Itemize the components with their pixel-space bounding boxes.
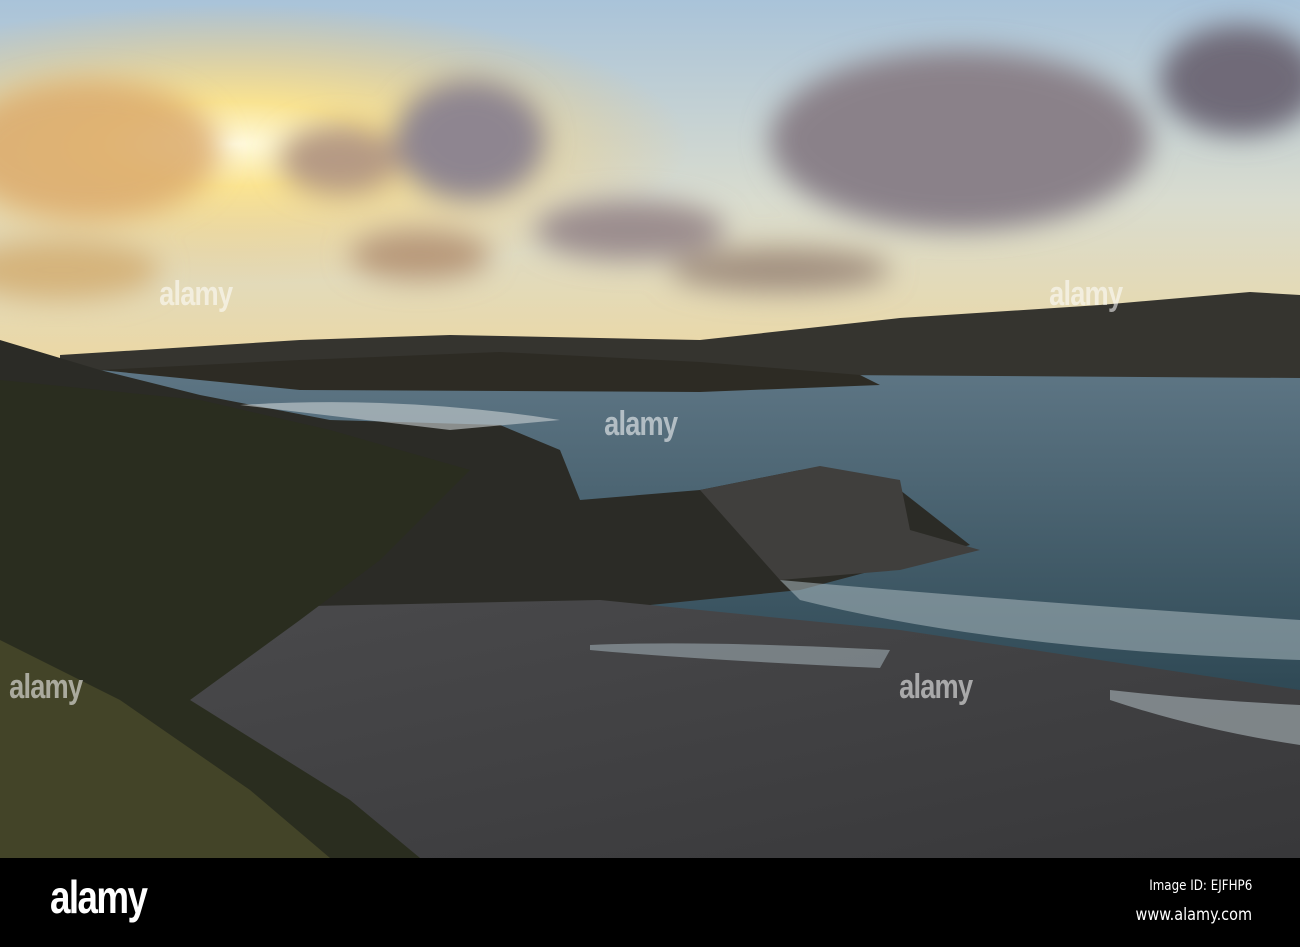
stock-photo-page: alamy alamy alamy alamy alamy alamy Imag… (0, 0, 1300, 947)
site-url: www.alamy.com (1135, 905, 1252, 925)
watermark: alamy (1049, 275, 1123, 313)
watermark: alamy (604, 405, 678, 443)
watermark: alamy (9, 668, 83, 706)
watermark: alamy (159, 275, 233, 313)
image-id: Image ID: EJFHP6 (1148, 878, 1252, 894)
watermark: alamy (899, 668, 973, 706)
footer-bar: alamy Image ID: EJFHP6 www.alamy.com (0, 858, 1300, 947)
alamy-logo: alamy (50, 871, 148, 923)
